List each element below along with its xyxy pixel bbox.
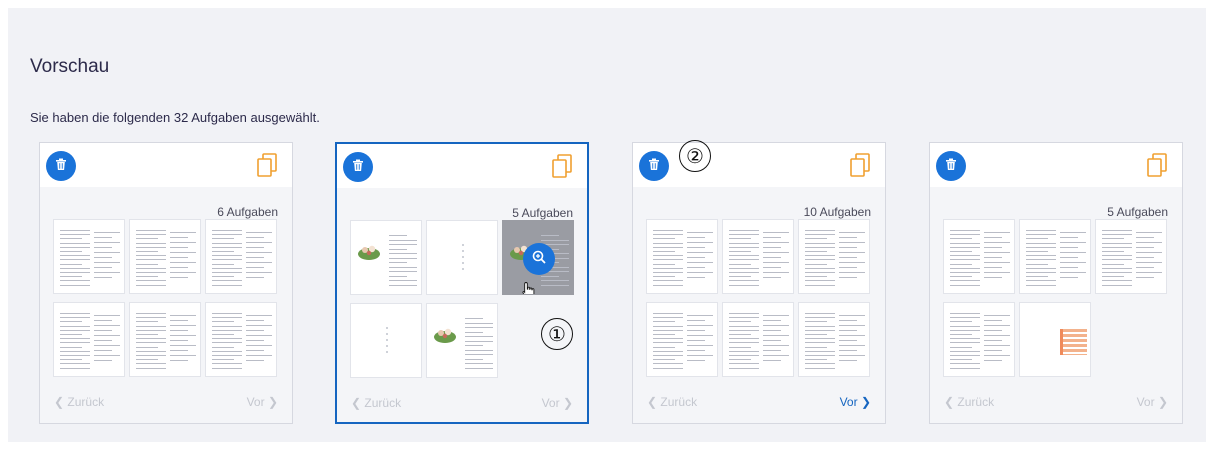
illustration-icon bbox=[358, 245, 380, 260]
page-thumbnail[interactable] bbox=[646, 219, 718, 294]
copy-pages-icon[interactable] bbox=[256, 153, 278, 177]
page-title: Vorschau bbox=[30, 56, 110, 77]
chevron-left-icon: ❮ bbox=[54, 395, 68, 409]
thumbnail-grid bbox=[350, 220, 574, 378]
copy-pages-icon[interactable] bbox=[551, 154, 573, 178]
page-thumbnail-blank[interactable] bbox=[350, 303, 422, 378]
card-header bbox=[930, 143, 1182, 187]
page-thumbnail[interactable] bbox=[129, 219, 201, 294]
previous-button[interactable]: ❮ Zurück bbox=[54, 395, 104, 409]
next-button[interactable]: Vor ❯ bbox=[542, 396, 573, 410]
worksheet-card[interactable]: 6 Aufgaben ❮ Zurück Vor ❯ bbox=[39, 142, 293, 424]
page-thumbnail[interactable] bbox=[205, 219, 277, 294]
chevron-left-icon: ❮ bbox=[647, 395, 661, 409]
page-thumbnail-table[interactable] bbox=[1019, 302, 1091, 377]
zoom-button[interactable] bbox=[523, 243, 555, 275]
page-thumbnail[interactable] bbox=[646, 302, 718, 377]
placeholder-dots bbox=[462, 244, 464, 271]
previous-button[interactable]: ❮ Zurück bbox=[647, 395, 697, 409]
page-thumbnail[interactable] bbox=[722, 219, 794, 294]
delete-button[interactable] bbox=[343, 152, 373, 182]
page-thumbnail[interactable] bbox=[129, 302, 201, 377]
selection-summary: Sie haben die folgenden 32 Aufgaben ausg… bbox=[30, 110, 320, 125]
chevron-right-icon: ❯ bbox=[264, 395, 278, 409]
next-button[interactable]: Vor ❯ bbox=[840, 395, 871, 409]
worksheet-card[interactable]: 10 Aufgaben ❮ Zurück Vor ❯ bbox=[632, 142, 886, 424]
trash-icon bbox=[944, 157, 958, 176]
task-count: 5 Aufgaben bbox=[512, 206, 573, 220]
trash-icon bbox=[351, 158, 365, 177]
page-thumbnail-illustrated[interactable] bbox=[350, 220, 422, 295]
chevron-right-icon: ❯ bbox=[857, 395, 871, 409]
page-thumbnail[interactable] bbox=[722, 302, 794, 377]
zoom-in-icon bbox=[531, 249, 547, 270]
next-button[interactable]: Vor ❯ bbox=[247, 395, 278, 409]
trash-icon bbox=[54, 157, 68, 176]
thumbnail-grid bbox=[646, 219, 870, 377]
page-thumbnail[interactable] bbox=[798, 219, 870, 294]
callout-marker-2: ② bbox=[679, 140, 711, 172]
chevron-right-icon: ❯ bbox=[559, 396, 573, 410]
page-thumbnail[interactable] bbox=[943, 219, 1015, 294]
copy-pages-icon[interactable] bbox=[1146, 153, 1168, 177]
chevron-left-icon: ❮ bbox=[351, 396, 365, 410]
callout-marker-1: ① bbox=[541, 318, 573, 350]
delete-button[interactable] bbox=[46, 151, 76, 181]
placeholder-dots bbox=[386, 327, 388, 354]
table-graphic bbox=[1060, 329, 1087, 355]
illustration-icon bbox=[434, 328, 456, 343]
card-header bbox=[40, 143, 292, 187]
thumbnail-grid bbox=[943, 219, 1167, 377]
card-header bbox=[633, 143, 885, 187]
copy-pages-icon[interactable] bbox=[849, 153, 871, 177]
worksheet-card[interactable]: 5 Aufgaben ❮ Zurück Vor ❯ bbox=[929, 142, 1183, 424]
task-count: 5 Aufgaben bbox=[1107, 205, 1168, 219]
page-thumbnail[interactable] bbox=[205, 302, 277, 377]
page-thumbnail[interactable] bbox=[53, 219, 125, 294]
page-thumbnail-blank[interactable] bbox=[426, 220, 498, 295]
delete-button[interactable] bbox=[639, 151, 669, 181]
previous-button[interactable]: ❮ Zurück bbox=[351, 396, 401, 410]
page-thumbnail[interactable] bbox=[53, 302, 125, 377]
page-thumbnail[interactable] bbox=[1019, 219, 1091, 294]
chevron-left-icon: ❮ bbox=[944, 395, 958, 409]
chevron-right-icon: ❯ bbox=[1154, 395, 1168, 409]
page-thumbnail[interactable] bbox=[1095, 219, 1167, 294]
page-thumbnail-illustrated[interactable] bbox=[502, 220, 574, 295]
page-thumbnail[interactable] bbox=[943, 302, 1015, 377]
worksheet-card-selected[interactable]: 5 Aufgaben ❮ Zurück Vor ❯ bbox=[335, 142, 589, 424]
hand-pointer-icon bbox=[521, 281, 535, 294]
thumbnail-grid bbox=[53, 219, 277, 377]
task-count: 10 Aufgaben bbox=[803, 205, 871, 219]
page-thumbnail-illustrated[interactable] bbox=[426, 303, 498, 378]
previous-button[interactable]: ❮ Zurück bbox=[944, 395, 994, 409]
task-count: 6 Aufgaben bbox=[217, 205, 278, 219]
card-header bbox=[337, 144, 587, 188]
trash-icon bbox=[647, 157, 661, 176]
page-thumbnail[interactable] bbox=[798, 302, 870, 377]
next-button[interactable]: Vor ❯ bbox=[1137, 395, 1168, 409]
delete-button[interactable] bbox=[936, 151, 966, 181]
